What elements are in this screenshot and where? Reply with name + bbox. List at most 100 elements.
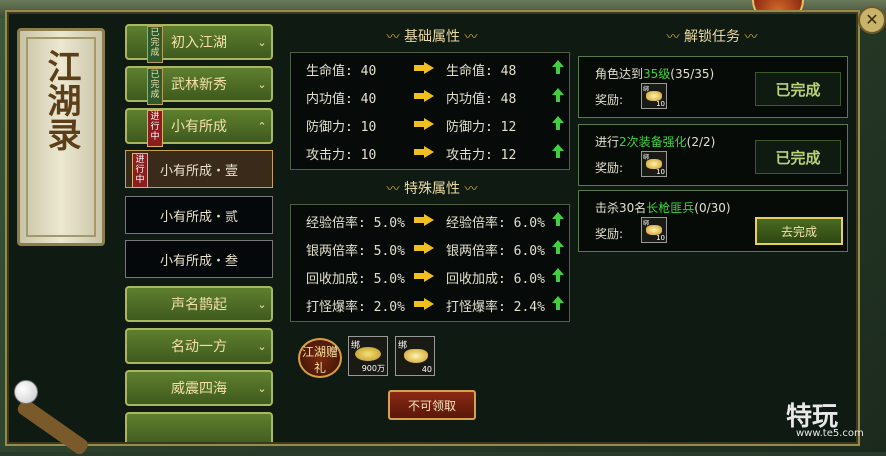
task-reward-item[interactable]: 绑 10 bbox=[641, 217, 667, 243]
menu-item-chapter-4[interactable]: 声名鹊起 ⌄ bbox=[125, 286, 273, 322]
completed-button: 已完成 bbox=[755, 72, 841, 106]
chevron-down-icon: ⌄ bbox=[257, 35, 267, 49]
up-arrow-icon bbox=[552, 240, 564, 254]
reward-item-ingot[interactable]: 绑 40 bbox=[395, 336, 435, 376]
gold-ingot-icon bbox=[404, 349, 428, 363]
attr-label: 银两倍率: 5.0% bbox=[306, 244, 405, 259]
chevron-down-icon: ⌄ bbox=[257, 77, 267, 91]
submenu-item-2[interactable]: 小有所成・贰 bbox=[125, 196, 273, 234]
attr-new: 经验倍率: 6.0% bbox=[446, 216, 545, 231]
task-reward-item[interactable]: 绑 10 bbox=[641, 83, 667, 109]
reward-item-coins[interactable]: 绑 900万 bbox=[348, 336, 388, 376]
arrow-right-icon bbox=[414, 214, 434, 226]
chevron-down-icon: ⌄ bbox=[257, 297, 267, 311]
arrow-right-icon bbox=[414, 242, 434, 254]
up-arrow-icon bbox=[552, 144, 564, 158]
close-button[interactable]: ✕ bbox=[858, 6, 886, 34]
attr-new: 内功值: 48 bbox=[446, 92, 517, 107]
ornament-icon: 〰 bbox=[464, 30, 478, 45]
menu-item-label: 小有所成 bbox=[171, 119, 227, 135]
title-scroll: 江湖录 bbox=[17, 28, 105, 246]
chevron-down-icon: ⌄ bbox=[257, 381, 267, 395]
menu-item-chapter-1[interactable]: 已完成 初入江湖 ⌄ bbox=[125, 24, 273, 63]
in-progress-tag: 进行中 bbox=[132, 153, 148, 188]
claim-button[interactable]: 不可领取 bbox=[388, 390, 476, 420]
decorative-pearl bbox=[14, 380, 38, 404]
up-arrow-icon bbox=[552, 116, 564, 130]
attr-label: 打怪爆率: 2.0% bbox=[306, 300, 405, 315]
reward-label: 奖励: bbox=[595, 227, 624, 241]
submenu-item-3[interactable]: 小有所成・叁 bbox=[125, 240, 273, 278]
ornament-icon: 〰 bbox=[386, 182, 400, 197]
attr-label: 内功值: 40 bbox=[306, 92, 377, 107]
arrow-right-icon bbox=[414, 62, 434, 74]
up-arrow-icon bbox=[552, 296, 564, 310]
ornament-icon: 〰 bbox=[386, 30, 400, 45]
reward-label: 奖励: bbox=[595, 161, 624, 175]
task-card-3: 击杀30名长枪匪兵(0/30) 奖励: 绑 10 去完成 bbox=[578, 190, 848, 252]
menu-item-label: 名动一方 bbox=[171, 339, 227, 355]
up-arrow-icon bbox=[552, 212, 564, 226]
up-arrow-icon bbox=[552, 60, 564, 74]
submenu-item-1[interactable]: 进行中 小有所成・壹 bbox=[125, 150, 273, 188]
attr-new: 攻击力: 12 bbox=[446, 148, 517, 163]
task-reward-item[interactable]: 绑 10 bbox=[641, 151, 667, 177]
menu-item-chapter-3[interactable]: 进行中 小有所成 ⌃ bbox=[125, 108, 273, 147]
task-card-1: 角色达到35级(35/35) 奖励: 绑 10 已完成 bbox=[578, 56, 848, 118]
ornament-icon: 〰 bbox=[464, 182, 478, 197]
task-text: 进行2次装备强化(2/2) bbox=[595, 135, 716, 149]
menu-item-label: 声名鹊起 bbox=[171, 297, 227, 313]
arrow-right-icon bbox=[414, 298, 434, 310]
go-complete-button[interactable]: 去完成 bbox=[755, 217, 843, 245]
attr-new: 防御力: 12 bbox=[446, 120, 517, 135]
scroll-title: 江湖录 bbox=[41, 49, 81, 151]
chevron-down-icon: ⌄ bbox=[257, 339, 267, 353]
attr-label: 防御力: 10 bbox=[306, 120, 377, 135]
attr-new: 生命值: 48 bbox=[446, 64, 517, 79]
attr-label: 回收加成: 5.0% bbox=[306, 272, 405, 287]
unlock-tasks-header: 〰 解锁任务 〰 bbox=[666, 29, 758, 45]
completed-tag: 已完成 bbox=[147, 26, 163, 63]
item-quantity: 40 bbox=[421, 365, 432, 374]
attr-new: 银两倍率: 6.0% bbox=[446, 244, 545, 259]
completed-tag: 已完成 bbox=[147, 68, 163, 105]
menu-item-label: 威震四海 bbox=[171, 381, 227, 397]
task-card-2: 进行2次装备强化(2/2) 奖励: 绑 10 已完成 bbox=[578, 124, 848, 186]
attr-label: 生命值: 40 bbox=[306, 64, 377, 79]
gift-badge: 江湖赠礼 bbox=[298, 338, 342, 378]
watermark-url: www.te5.com bbox=[796, 428, 864, 439]
special-attributes-header: 〰 特殊属性 〰 bbox=[386, 181, 478, 197]
up-arrow-icon bbox=[552, 88, 564, 102]
menu-item-chapter-7[interactable] bbox=[125, 412, 273, 442]
task-text: 角色达到35级(35/35) bbox=[595, 67, 715, 81]
basic-attributes-header: 〰 基础属性 〰 bbox=[386, 29, 478, 45]
menu-item-label: 初入江湖 bbox=[171, 35, 227, 51]
attr-new: 回收加成: 6.0% bbox=[446, 272, 545, 287]
submenu-label: 小有所成・叁 bbox=[159, 253, 238, 269]
coins-icon bbox=[355, 347, 381, 361]
reward-label: 奖励: bbox=[595, 93, 624, 107]
arrow-right-icon bbox=[414, 146, 434, 158]
in-progress-tag: 进行中 bbox=[147, 110, 163, 147]
task-text: 击杀30名长枪匪兵(0/30) bbox=[595, 201, 731, 215]
submenu-label: 小有所成・贰 bbox=[159, 209, 238, 225]
menu-item-label: 武林新秀 bbox=[171, 77, 227, 93]
attr-label: 攻击力: 10 bbox=[306, 148, 377, 163]
submenu-label: 小有所成・壹 bbox=[159, 163, 238, 179]
completed-button: 已完成 bbox=[755, 140, 841, 174]
arrow-right-icon bbox=[414, 270, 434, 282]
attr-new: 打怪爆率: 2.4% bbox=[446, 300, 545, 315]
arrow-right-icon bbox=[414, 118, 434, 130]
menu-item-chapter-5[interactable]: 名动一方 ⌄ bbox=[125, 328, 273, 364]
menu-item-chapter-6[interactable]: 威震四海 ⌄ bbox=[125, 370, 273, 406]
up-arrow-icon bbox=[552, 268, 564, 282]
item-quantity: 900万 bbox=[361, 364, 385, 373]
attr-label: 经验倍率: 5.0% bbox=[306, 216, 405, 231]
ornament-icon: 〰 bbox=[666, 30, 680, 45]
ornament-icon: 〰 bbox=[744, 30, 758, 45]
menu-item-chapter-2[interactable]: 已完成 武林新秀 ⌄ bbox=[125, 66, 273, 105]
bound-label: 绑 bbox=[398, 341, 408, 351]
chapter-menu: 已完成 初入江湖 ⌄ 已完成 武林新秀 ⌄ 进行中 小有所成 ⌃ 进行中 小有所… bbox=[120, 22, 280, 442]
chevron-up-icon: ⌃ bbox=[257, 119, 267, 133]
arrow-right-icon bbox=[414, 90, 434, 102]
